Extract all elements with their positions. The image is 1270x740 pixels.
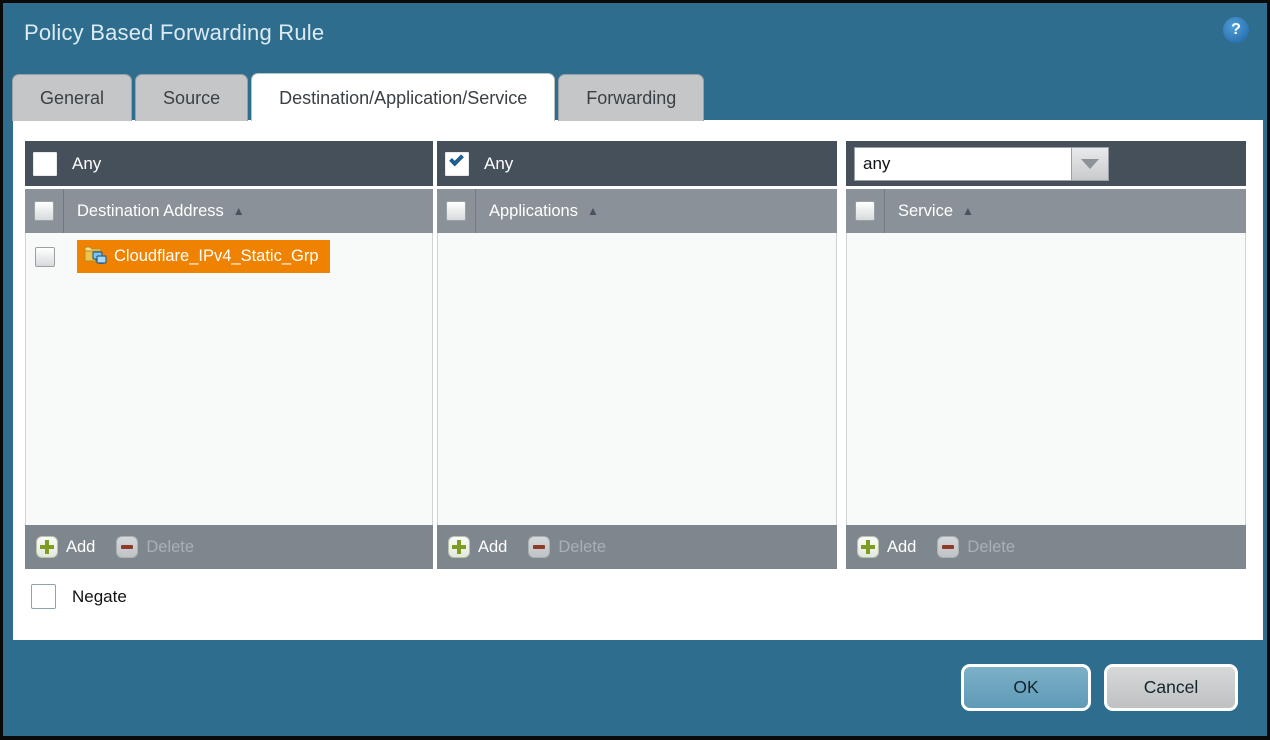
destination-address-label: Cloudflare_IPv4_Static_Grp xyxy=(114,247,319,266)
chevron-down-icon xyxy=(1081,159,1099,169)
minus-icon xyxy=(528,536,550,558)
service-mode-bar: any xyxy=(846,141,1246,186)
service-mode-value: any xyxy=(854,147,1072,181)
tab-forwarding[interactable]: Forwarding xyxy=(558,74,704,121)
cancel-button[interactable]: Cancel xyxy=(1104,664,1238,711)
destination-any-label: Any xyxy=(72,154,101,174)
dialog-title: Policy Based Forwarding Rule xyxy=(24,20,324,46)
checkmark-icon xyxy=(449,151,464,166)
service-header-label[interactable]: Service xyxy=(898,202,953,221)
add-button[interactable]: Add xyxy=(448,536,507,558)
sort-asc-icon[interactable]: ▲ xyxy=(587,204,599,218)
applications-any-label: Any xyxy=(484,154,513,174)
destination-select-all-checkbox[interactable] xyxy=(34,201,54,221)
dialog-footer: OK Cancel xyxy=(961,664,1238,711)
tab-destination-application-service[interactable]: Destination/Application/Service xyxy=(251,73,555,121)
applications-select-all-checkbox[interactable] xyxy=(446,201,466,221)
help-icon[interactable]: ? xyxy=(1223,17,1249,43)
service-column: any Service ▲ xyxy=(846,141,1246,569)
sort-asc-icon[interactable]: ▲ xyxy=(233,204,245,218)
service-list xyxy=(846,233,1246,525)
negate-option: Negate xyxy=(31,584,127,609)
address-group-icon xyxy=(84,244,107,269)
add-button[interactable]: Add xyxy=(36,536,95,558)
service-mode-dropdown[interactable]: any xyxy=(854,147,1109,181)
destination-address-object[interactable]: Cloudflare_IPv4_Static_Grp xyxy=(77,240,330,273)
applications-any-checkbox[interactable] xyxy=(445,152,469,176)
destination-column: Any Destination Address ▲ xyxy=(25,141,433,569)
applications-header: Applications ▲ xyxy=(437,189,837,233)
delete-button[interactable]: Delete xyxy=(116,536,194,558)
table-row: Cloudflare_IPv4_Static_Grp xyxy=(26,233,432,273)
applications-column: Any Applications ▲ Add xyxy=(437,141,837,569)
plus-icon xyxy=(857,536,879,558)
tab-source[interactable]: Source xyxy=(135,74,248,121)
delete-button[interactable]: Delete xyxy=(937,536,1015,558)
sort-asc-icon[interactable]: ▲ xyxy=(962,204,974,218)
columns-container: Any Destination Address ▲ xyxy=(25,141,1246,569)
tab-content: Any Destination Address ▲ xyxy=(13,120,1263,640)
service-select-all-checkbox[interactable] xyxy=(855,201,875,221)
negate-checkbox[interactable] xyxy=(31,584,56,609)
applications-any-bar: Any xyxy=(437,141,837,186)
applications-toolbar: Add Delete xyxy=(437,525,837,569)
destination-row-checkbox[interactable] xyxy=(35,247,55,267)
ok-button[interactable]: OK xyxy=(961,664,1091,711)
minus-icon xyxy=(116,536,138,558)
applications-header-label[interactable]: Applications xyxy=(489,202,578,221)
tab-general[interactable]: General xyxy=(12,74,132,121)
service-toolbar: Add Delete xyxy=(846,525,1246,569)
add-button[interactable]: Add xyxy=(857,536,916,558)
service-header: Service ▲ xyxy=(846,189,1246,233)
destination-toolbar: Add Delete xyxy=(25,525,433,569)
destination-list: Cloudflare_IPv4_Static_Grp xyxy=(25,233,433,525)
destination-header: Destination Address ▲ xyxy=(25,189,433,233)
dropdown-button[interactable] xyxy=(1072,147,1109,181)
applications-list xyxy=(437,233,837,525)
destination-header-label[interactable]: Destination Address xyxy=(77,202,224,221)
plus-icon xyxy=(36,536,58,558)
destination-any-checkbox[interactable] xyxy=(33,152,57,176)
destination-any-bar: Any xyxy=(25,141,433,186)
plus-icon xyxy=(448,536,470,558)
tab-bar: General Source Destination/Application/S… xyxy=(12,73,704,121)
delete-button[interactable]: Delete xyxy=(528,536,606,558)
negate-label: Negate xyxy=(72,587,127,607)
minus-icon xyxy=(937,536,959,558)
policy-based-forwarding-dialog: Policy Based Forwarding Rule ? General S… xyxy=(0,0,1270,740)
